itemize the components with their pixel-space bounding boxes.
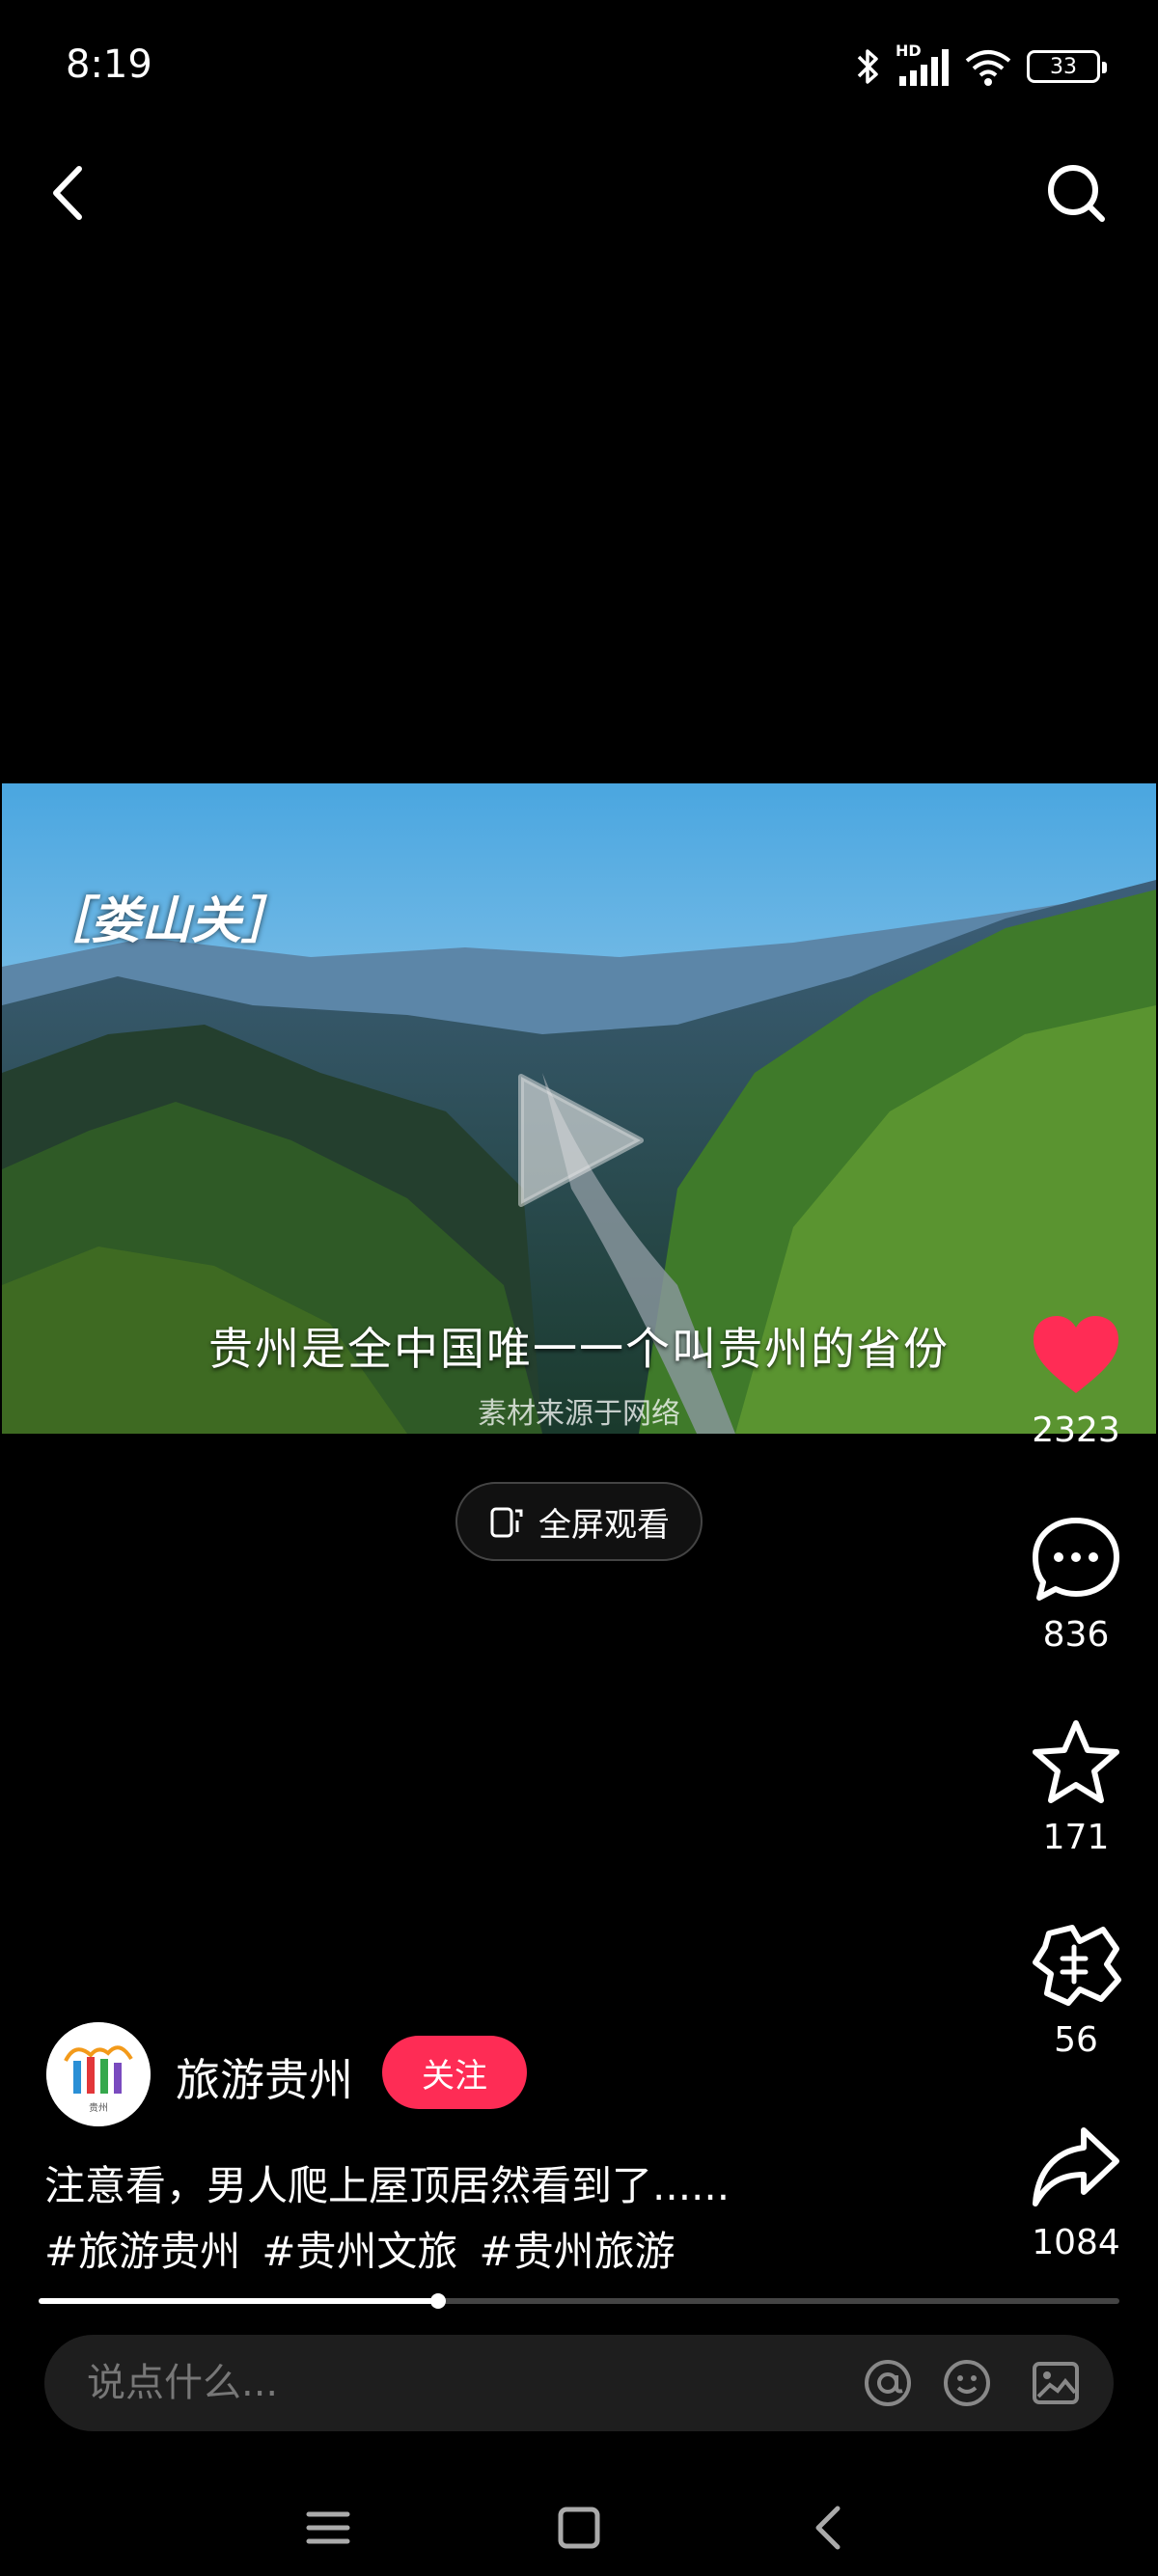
signal-icon: HD bbox=[896, 41, 950, 88]
status-time: 8:19 bbox=[66, 42, 152, 87]
video-progress-bar[interactable] bbox=[39, 2293, 1119, 2309]
share-icon bbox=[1033, 2127, 1119, 2206]
comment-bar bbox=[44, 2335, 1114, 2431]
image-icon[interactable] bbox=[1031, 2358, 1081, 2408]
video-source-note: 素材来源于网络 bbox=[478, 1397, 680, 1431]
star-icon bbox=[1033, 1720, 1119, 1803]
wifi-icon bbox=[965, 50, 1011, 86]
comment-count: 836 bbox=[1042, 1615, 1110, 1655]
share-count: 1084 bbox=[1032, 2223, 1120, 2262]
fullscreen-button[interactable]: 全屏观看 bbox=[455, 1482, 703, 1561]
hashtag[interactable]: #旅游贵州 bbox=[44, 2219, 240, 2278]
back-icon bbox=[53, 166, 82, 220]
comment-input[interactable] bbox=[87, 2360, 820, 2406]
avatar[interactable]: 贵州 bbox=[46, 2022, 151, 2126]
hashtag[interactable]: #贵州旅游 bbox=[479, 2219, 675, 2278]
gift-count: 56 bbox=[1054, 2020, 1098, 2060]
progress-fill bbox=[39, 2298, 439, 2304]
system-navigation-bar bbox=[0, 2470, 1158, 2576]
play-icon[interactable] bbox=[513, 1073, 648, 1208]
hashtag[interactable]: #贵州文旅 bbox=[262, 2219, 457, 2278]
video-location-tag: ［娄山关］ bbox=[41, 891, 292, 950]
video-player[interactable]: ［娄山关］ 贵州是全中国唯一一个叫贵州的省份 素材来源于网络 bbox=[2, 783, 1156, 1434]
gift-icon bbox=[1033, 1925, 1121, 2006]
avatar-text: 贵州 bbox=[89, 2101, 108, 2114]
home-icon[interactable] bbox=[550, 2499, 608, 2557]
gift-button[interactable]: 56 bbox=[1023, 1920, 1129, 2060]
search-button[interactable] bbox=[1042, 159, 1110, 227]
progress-handle[interactable] bbox=[430, 2293, 447, 2309]
status-icons: HD 33 bbox=[853, 41, 1107, 91]
back-button[interactable] bbox=[42, 159, 100, 227]
share-button[interactable]: 1084 bbox=[1023, 2123, 1129, 2262]
hashtag-list: #旅游贵州 #贵州文旅 #贵州旅游 bbox=[44, 2219, 676, 2278]
like-count: 2323 bbox=[1032, 1411, 1120, 1450]
comment-icon bbox=[1033, 1518, 1119, 1601]
fullscreen-label: 全屏观看 bbox=[538, 1505, 670, 1545]
emoji-icon[interactable] bbox=[942, 2358, 992, 2408]
bluetooth-icon bbox=[857, 49, 878, 84]
battery-indicator: 33 bbox=[1027, 50, 1107, 83]
avatar-logo: 贵州 bbox=[46, 2022, 151, 2126]
like-button[interactable]: 2323 bbox=[1023, 1312, 1129, 1450]
author-name[interactable]: 旅游贵州 bbox=[176, 2045, 353, 2109]
search-icon bbox=[1048, 165, 1105, 222]
follow-button[interactable]: 关注 bbox=[382, 2036, 527, 2109]
post-description[interactable]: 注意看，男人爬上屋顶居然看到了...... bbox=[44, 2153, 730, 2212]
fullscreen-icon bbox=[490, 1507, 523, 1538]
status-bar: 8:19 HD 33 bbox=[0, 0, 1158, 135]
heart-icon bbox=[1034, 1316, 1118, 1393]
favorite-count: 171 bbox=[1042, 1818, 1110, 1857]
menu-icon[interactable] bbox=[299, 2499, 357, 2557]
video-caption: 贵州是全中国唯一一个叫贵州的省份 bbox=[208, 1323, 950, 1375]
favorite-button[interactable]: 171 bbox=[1023, 1717, 1129, 1857]
at-icon[interactable] bbox=[863, 2358, 913, 2408]
comment-button[interactable]: 836 bbox=[1023, 1515, 1129, 1655]
nav-back-icon[interactable] bbox=[801, 2499, 859, 2557]
